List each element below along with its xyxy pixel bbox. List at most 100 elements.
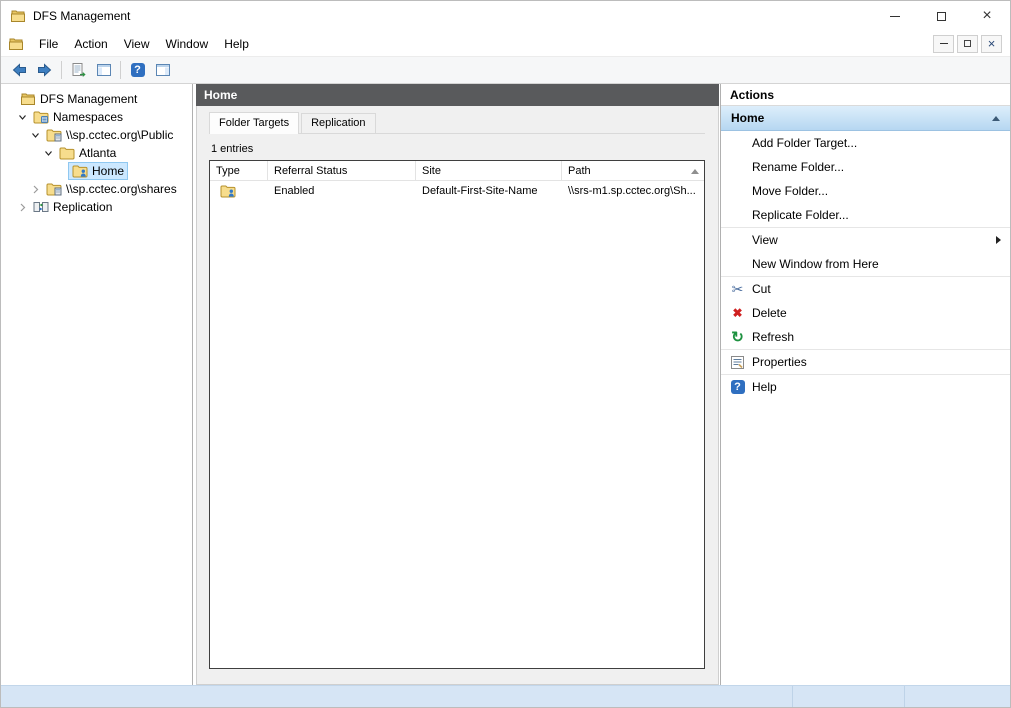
action-move-folder[interactable]: Move Folder... — [721, 179, 1010, 203]
menu-item-window[interactable]: Window — [158, 32, 217, 56]
tree-item-content: Atlanta — [55, 144, 120, 162]
chevron-down-icon[interactable] — [42, 149, 55, 158]
console-main: DFS Management Namespaces \\sp.cctec.org\P… — [1, 84, 1010, 685]
actions-pane: Actions Home Add Folder Target...Rename … — [720, 84, 1010, 685]
window-controls: × — [872, 1, 1010, 31]
close-button[interactable]: × — [964, 1, 1010, 31]
forward-icon — [36, 62, 53, 78]
minimize-button[interactable] — [872, 1, 918, 31]
chevron-right-icon[interactable] — [29, 185, 42, 194]
action-replicate-folder[interactable]: Replicate Folder... — [721, 203, 1010, 227]
sort-ascending-icon — [691, 169, 699, 174]
forward-button[interactable] — [32, 59, 57, 82]
collapse-section-icon — [992, 116, 1000, 121]
show-console-tree-icon — [96, 62, 112, 78]
icon-spacer — [729, 232, 746, 248]
column-header-site[interactable]: Site — [416, 161, 562, 180]
action-delete[interactable]: ✖Delete — [721, 301, 1010, 325]
dfs-management-window: DFS Management × FileActionViewWindowHel… — [0, 0, 1011, 708]
title-bar: DFS Management × — [1, 1, 1010, 31]
submenu-right-arrow-icon — [996, 236, 1001, 244]
action-item-label: Delete — [752, 306, 787, 320]
column-label: Path — [568, 165, 591, 177]
tree-item-label: Replication — [53, 200, 112, 214]
tree-item-content: \\sp.cctec.org\Public — [42, 126, 177, 144]
maximize-button[interactable] — [918, 1, 964, 31]
tab-replication[interactable]: Replication — [301, 113, 375, 133]
mdi-minimize-icon — [940, 43, 948, 44]
action-properties[interactable]: Properties — [721, 350, 1010, 374]
tree-item-namespaces[interactable]: Namespaces — [1, 108, 192, 126]
back-icon — [11, 62, 28, 78]
action-item-label: New Window from Here — [752, 257, 879, 271]
cut-icon: ✂ — [729, 281, 746, 297]
show-console-tree-button[interactable] — [91, 59, 116, 82]
icon-spacer — [729, 256, 746, 272]
action-refresh[interactable]: ↻Refresh — [721, 325, 1010, 349]
tree-item-sp-cctec-org-public[interactable]: \\sp.cctec.org\Public — [1, 126, 192, 144]
replication-icon — [33, 200, 49, 214]
referral-status-cell: Enabled — [268, 185, 416, 197]
status-pane — [904, 686, 1010, 707]
tree-item-label: \\sp.cctec.org\Public — [66, 128, 173, 142]
chevron-down-icon[interactable] — [29, 131, 42, 140]
tab-folder-targets[interactable]: Folder Targets — [209, 112, 299, 134]
console-root-icon — [20, 92, 36, 106]
menu-item-action[interactable]: Action — [66, 32, 115, 56]
tree-item-content: \\sp.cctec.org\shares — [42, 180, 181, 198]
action-new-window-from-here[interactable]: New Window from Here — [721, 252, 1010, 276]
mdi-close-icon: × — [988, 37, 996, 50]
actions-section-header[interactable]: Home — [721, 106, 1010, 131]
toolbar: ? — [1, 57, 1010, 84]
chevron-down-icon[interactable] — [16, 113, 29, 122]
action-item-label: Add Folder Target... — [752, 136, 857, 150]
action-view[interactable]: View — [721, 228, 1010, 252]
action-rename-folder[interactable]: Rename Folder... — [721, 155, 1010, 179]
properties-icon — [729, 354, 746, 370]
column-header-type[interactable]: Type — [210, 161, 268, 180]
tree-item-label: \\sp.cctec.org\shares — [66, 182, 177, 196]
menu-bar-row: FileActionViewWindowHelp × — [1, 31, 1010, 57]
menu-item-file[interactable]: File — [31, 32, 66, 56]
action-cut[interactable]: ✂Cut — [721, 277, 1010, 301]
export-list-icon — [71, 62, 87, 78]
mdi-close-button[interactable]: × — [981, 35, 1002, 53]
tree-item-label: Home — [92, 164, 124, 178]
status-pane — [792, 686, 904, 707]
export-list-button[interactable] — [66, 59, 91, 82]
menu-item-view[interactable]: View — [116, 32, 158, 56]
menu-item-help[interactable]: Help — [216, 32, 257, 56]
tree-item-label: DFS Management — [40, 92, 137, 106]
tree-item-atlanta[interactable]: Atlanta — [1, 144, 192, 162]
tree-item-home[interactable]: Home — [1, 162, 192, 180]
details-header: Home — [196, 84, 719, 106]
folder-targets-list: TypeReferral Status Site Path EnabledDefau… — [209, 160, 705, 669]
help-icon: ? — [131, 63, 145, 77]
action-help[interactable]: ?Help — [721, 375, 1010, 399]
tree-item-sp-cctec-org-shares[interactable]: \\sp.cctec.org\shares — [1, 180, 192, 198]
details-body: Folder TargetsReplication 1 entries Type… — [196, 106, 719, 685]
minimize-icon — [890, 16, 900, 17]
icon-spacer — [729, 207, 746, 223]
help-button[interactable]: ? — [125, 59, 150, 82]
status-bar — [1, 685, 1010, 707]
table-row[interactable]: EnabledDefault-First-Site-Name\\srs-m1.s… — [210, 181, 704, 200]
show-action-pane-button[interactable] — [150, 59, 175, 82]
chevron-right-icon[interactable] — [16, 203, 29, 212]
column-header-referral-status[interactable]: Referral Status — [268, 161, 416, 180]
back-button[interactable] — [7, 59, 32, 82]
console-tree: DFS Management Namespaces \\sp.cctec.org\P… — [1, 84, 193, 685]
type-cell — [210, 184, 268, 198]
column-label: Site — [422, 165, 441, 177]
tree-item-replication[interactable]: Replication — [1, 198, 192, 216]
tree-item-dfs-management[interactable]: DFS Management — [1, 90, 192, 108]
action-add-folder-target[interactable]: Add Folder Target... — [721, 131, 1010, 155]
details-header-title: Home — [204, 88, 237, 102]
tree-item-label: Atlanta — [79, 146, 116, 160]
column-header-path[interactable]: Path — [562, 161, 704, 180]
toolbar-separator — [61, 61, 62, 79]
folder-target-icon — [72, 164, 88, 178]
mdi-restore-button[interactable] — [957, 35, 978, 53]
mdi-minimize-button[interactable] — [933, 35, 954, 53]
list-body: EnabledDefault-First-Site-Name\\srs-m1.s… — [210, 181, 704, 668]
